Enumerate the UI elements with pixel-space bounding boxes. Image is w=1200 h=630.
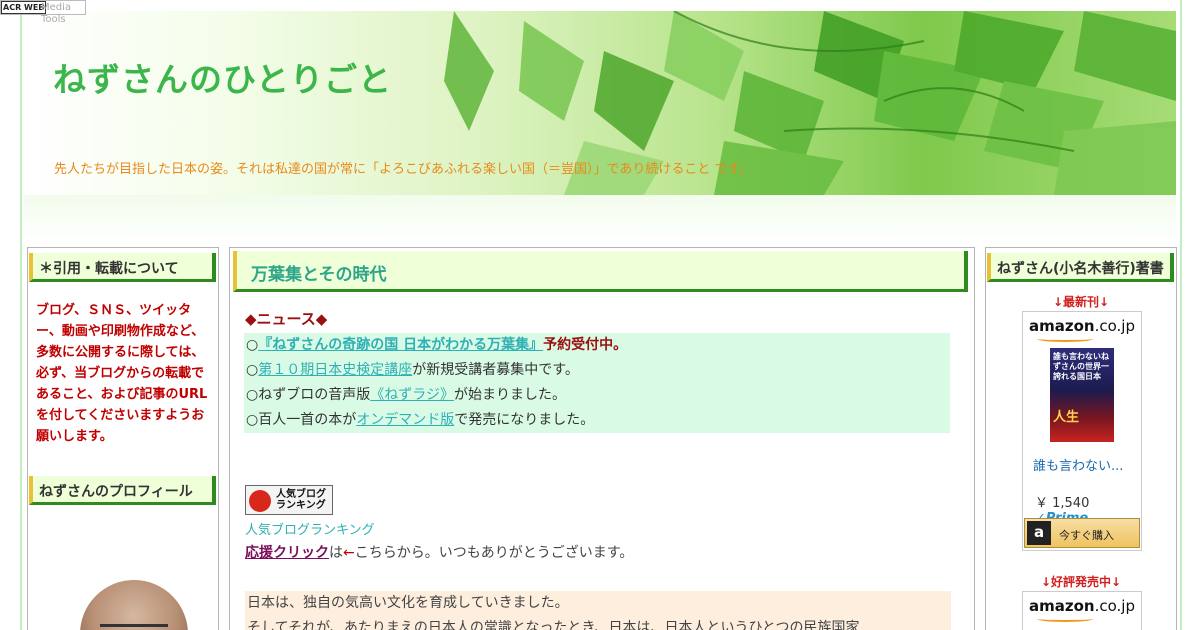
ranking-banner-text: 人気ブログ ランキング [276, 489, 326, 511]
news-item: ○『ねずさんの奇跡の国 日本がわかる万葉集』予約受付中。 [246, 333, 950, 358]
acr-web-badge: ACR WEB [1, 1, 47, 14]
amazon-book-card[interactable]: amazon.co.jp 誰も言わないねずさんの世界一誇れる国日本 人生 誰も言… [1022, 311, 1142, 551]
main-content: 万葉集とその時代 ◆ニュース◆ ○『ねずさんの奇跡の国 日本がわかる万葉集』予約… [229, 247, 975, 630]
book-cover[interactable]: 誰も言わないねずさんの世界一誇れる国日本 人生 [1050, 348, 1114, 442]
latest-release-label: ↓最新刊↓ [1052, 295, 1110, 309]
news-prefix: ○ねずブロの音声版 [246, 387, 371, 403]
sidebar-heading-profile: ねずさんのプロフィール [29, 476, 216, 505]
news-list: ○『ねずさんの奇跡の国 日本がわかる万葉集』予約受付中。 ○第１０期日本史検定講… [244, 333, 950, 433]
support-rest: こちらから。いつもありがとうございます。 [354, 545, 634, 561]
left-sidebar: ＊引用・転載について ブログ、ＳＮＳ、ツイッター、動画や印刷物作成など、多数に公… [27, 247, 219, 630]
news-suffix: で発売になりました。 [454, 412, 595, 428]
right-sidebar: ねずさん(小名木善行)著書 ↓最新刊↓ amazon.co.jp 誰も言わないね… [985, 247, 1177, 630]
amazon-logo: amazon.co.jp [1023, 597, 1141, 615]
blog-title[interactable]: ねずさんのひとりごと [53, 53, 392, 101]
support-click-link[interactable]: 応援クリック [245, 545, 329, 561]
citation-notice: ブログ、ＳＮＳ、ツイッター、動画や印刷物作成など、多数に公開するに際しては、必ず… [36, 303, 208, 444]
post-title-box: 万葉集とその時代 [233, 251, 968, 292]
intro-line: そしてそれが、あたりまえの日本人の常識となったとき、日本は、日本人というひとつの… [247, 620, 860, 630]
amazon-smile-icon [1037, 336, 1093, 342]
news-prefix: ○百人一首の本が [246, 412, 357, 428]
book-cover-tagline: 人生 [1053, 410, 1080, 425]
page-wrapper: ねずさんのひとりごと 先人たちが目指した日本の姿。それは私達の国が常に「よろこび… [20, 0, 1182, 630]
news-link-nezu-radio[interactable]: 《ねずラジ》 [370, 387, 454, 403]
sidebar-heading-citation: ＊引用・転載について [29, 253, 216, 282]
amazon-a-icon: a [1027, 521, 1051, 545]
price-value: ￥ 1,540 [1035, 496, 1090, 511]
news-suffix: が新規受講者募集中です。 [412, 362, 579, 378]
news-link-on-demand[interactable]: オンデマンド版 [356, 412, 454, 428]
news-suffix: 予約受付中。 [543, 337, 628, 353]
ranking-logo-icon [249, 490, 271, 512]
blog-description: 先人たちが目指した日本の姿。それは私達の国が常に「よろこびあふれる楽しい国（＝豈… [54, 162, 753, 177]
news-item: ○百人一首の本がオンデマンド版で発売になりました。 [246, 408, 950, 433]
post-title[interactable]: 万葉集とその時代 [251, 260, 387, 285]
blog-header: ねずさんのひとりごと 先人たちが目指した日本の姿。それは私達の国が常に「よろこび… [24, 11, 1176, 195]
news-item: ○第１０期日本史検定講座が新規受講者募集中です。 [246, 358, 950, 383]
buy-now-button[interactable]: a 今すぐ購入 [1024, 518, 1140, 548]
support-mid: は [329, 545, 343, 561]
news-item: ○ねずブロの音声版《ねずラジ》が始まりました。 [246, 383, 950, 408]
amazon-logo: amazon.co.jp [1023, 317, 1141, 335]
intro-paragraph: 日本は、独自の気高い文化を育成していきました。 そしてそれが、あたりまえの日本人… [245, 591, 951, 630]
amazon-logo-tld: .co.jp [1094, 597, 1135, 615]
ranking-banner-line1: 人気ブログ [276, 489, 326, 500]
news-link-manyoshu-book[interactable]: 『ねずさんの奇跡の国 日本がわかる万葉集』 [258, 337, 543, 353]
blog-ranking-banner[interactable]: 人気ブログ ランキング [245, 485, 333, 515]
amazon-logo-text: amazon [1029, 597, 1095, 615]
header-spacer [24, 195, 1176, 243]
glasses-shape [100, 624, 168, 630]
sidebar-heading-books: ねずさん(小名木善行)著書 [987, 253, 1174, 282]
profile-photo [80, 580, 188, 630]
ranking-banner-line2: ランキング [276, 500, 326, 511]
news-prefix: ○ [246, 337, 259, 353]
news-link-history-course[interactable]: 第１０期日本史検定講座 [258, 362, 412, 378]
amazon-book-card-2[interactable]: amazon.co.jp [1022, 591, 1142, 630]
news-heading: ◆ニュース◆ [245, 310, 328, 328]
buy-now-label: 今すぐ購入 [1059, 529, 1114, 542]
amazon-logo-tld: .co.jp [1094, 317, 1135, 335]
news-suffix: が始まりました。 [453, 387, 566, 403]
amazon-logo-text: amazon [1029, 317, 1095, 335]
news-prefix: ○ [246, 362, 259, 378]
book-cover-text: 誰も言わないねずさんの世界一誇れる国日本 [1053, 352, 1109, 381]
ranking-link[interactable]: 人気ブログランキング [245, 519, 375, 538]
amazon-smile-icon [1037, 616, 1093, 622]
intro-line: 日本は、独自の気高い文化を育成していきました。 [247, 595, 569, 611]
bestseller-label: ↓好評発売中↓ [1040, 575, 1122, 589]
media-tools-label[interactable]: Media Tools [41, 2, 85, 26]
media-tools-bar[interactable]: ACR WEB Media Tools [0, 0, 86, 25]
book-title-link[interactable]: 誰も言わない... [1033, 455, 1123, 474]
left-arrow-icon: ← [343, 545, 355, 561]
support-line: 応援クリックは←こちらから。いつもありがとうございます。 [245, 542, 633, 562]
